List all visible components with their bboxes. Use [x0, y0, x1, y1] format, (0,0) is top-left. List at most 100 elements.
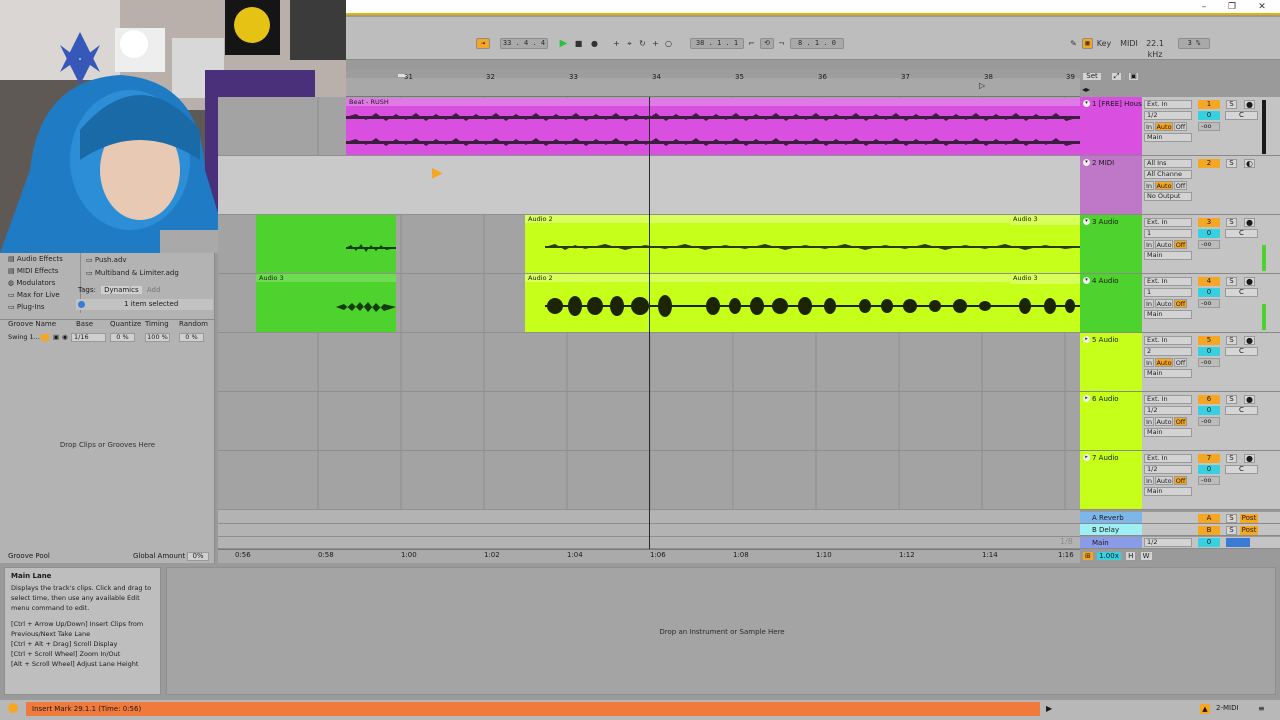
track-3-output[interactable]: Main — [1144, 251, 1192, 260]
track-5-output[interactable]: Main — [1144, 369, 1192, 378]
track-header-1[interactable]: 1 [FREE] Hous ▾ Ext. In 1/2 In Auto Off Ma… — [1080, 97, 1280, 156]
track-header-4[interactable]: 4 Audio ▾ Ext. In 1 In Auto Off Main 4 S ●… — [1080, 274, 1280, 333]
track-3-input-type[interactable]: Ext. In — [1144, 218, 1192, 227]
track-4-input-channel[interactable]: 1 — [1144, 288, 1192, 297]
status-menu-icon[interactable]: ≡ — [1258, 704, 1265, 713]
track-fold-icon[interactable]: ▸ — [1083, 454, 1090, 461]
file-multiband-limiter[interactable]: ▭ Multiband & Limiter.adg — [86, 267, 179, 279]
locator-prev-icon[interactable]: ◂▸ — [1082, 85, 1090, 94]
track-5-volume[interactable]: 0 — [1198, 347, 1220, 356]
track-4-activator[interactable]: 4 — [1198, 277, 1220, 286]
track-7-output[interactable]: Main — [1144, 487, 1192, 496]
track-6-output[interactable]: Main — [1144, 428, 1192, 437]
track-6-input-channel[interactable]: 1/2 — [1144, 406, 1192, 415]
track-7-solo[interactable]: S — [1226, 454, 1237, 463]
track-name-cell-6[interactable]: 6 Audio ▸ — [1080, 392, 1142, 450]
track-2-input-channel[interactable]: All Channe — [1144, 170, 1192, 179]
main-cue-knob[interactable] — [1226, 538, 1250, 547]
clip-audio-3-c[interactable]: Audio 3 — [256, 274, 396, 332]
track-5-monitor[interactable]: In Auto Off — [1144, 358, 1192, 367]
monitor-off[interactable]: Off — [1174, 181, 1187, 190]
overview-strip[interactable] — [346, 70, 1080, 78]
track-1-volume[interactable]: 0 — [1198, 111, 1220, 120]
tag-add[interactable]: Add — [147, 286, 161, 294]
track-2-output[interactable]: No Output — [1144, 192, 1192, 201]
main-volume[interactable]: 0 — [1198, 538, 1220, 547]
track-header-2[interactable]: 2 MIDI ▾ All Ins All Channe In Auto Off No… — [1080, 156, 1280, 215]
loop-start-display[interactable]: 38 . 1 . 1 — [690, 38, 744, 49]
keymap-icon[interactable]: ▦ — [1082, 38, 1093, 49]
expand-icon[interactable]: ⤢ — [1111, 72, 1122, 81]
track-7-activator[interactable]: 7 — [1198, 454, 1220, 463]
stop-icon[interactable]: ■ — [573, 38, 584, 49]
track-name-cell-3[interactable]: 3 Audio ▾ — [1080, 215, 1142, 273]
track-fold-icon[interactable]: ▾ — [1083, 218, 1090, 225]
fold-icon[interactable]: ▣ — [1128, 72, 1139, 81]
track-5-send-a[interactable]: -oo — [1198, 358, 1220, 367]
monitor-in[interactable]: In — [1144, 299, 1154, 308]
groove-hot-swap-icon[interactable] — [41, 334, 49, 341]
track-1-input-channel[interactable]: 1/2 — [1144, 111, 1192, 120]
track-6-arm-icon[interactable]: ● — [1244, 395, 1255, 404]
return-b-activator[interactable]: B — [1198, 526, 1220, 535]
track-name-cell-5[interactable]: 5 Audio ▸ — [1080, 333, 1142, 391]
groove-commit-icon[interactable]: ◉ — [62, 332, 68, 343]
monitor-auto[interactable]: Auto — [1155, 476, 1173, 485]
track-3-monitor[interactable]: In Auto Off — [1144, 240, 1192, 249]
punch-out-icon[interactable]: ¬ — [776, 38, 787, 49]
groove-timing[interactable]: 100 % — [145, 333, 170, 342]
category-midi-effects[interactable]: ▤ MIDI Effects — [8, 265, 58, 277]
position-display[interactable]: 33 . 4 . 4 — [500, 38, 548, 49]
groove-row[interactable]: Swing 1... ▣ ◉ 1/16 0 % 100 % 0 % — [0, 332, 215, 343]
track-6-volume[interactable]: 0 — [1198, 406, 1220, 415]
track-1-pan[interactable]: C — [1225, 111, 1258, 120]
track-1-monitor[interactable]: In Auto Off — [1144, 122, 1192, 131]
monitor-in[interactable]: In — [1144, 476, 1154, 485]
minimize-icon[interactable]: – — [1198, 1, 1210, 13]
track-4-volume[interactable]: 0 — [1198, 288, 1220, 297]
groove-base-select[interactable]: 1/16 — [71, 333, 106, 342]
status-play-icon[interactable]: ▶ — [1046, 704, 1052, 713]
track-2-monitor[interactable]: In Auto Off — [1144, 181, 1192, 190]
track-5-activator[interactable]: 5 — [1198, 336, 1220, 345]
track-3-pan[interactable]: C — [1225, 229, 1258, 238]
tag-chip[interactable]: Dynamics — [101, 286, 142, 294]
track-5-arm-icon[interactable]: ● — [1244, 336, 1255, 345]
track-1-arm-icon[interactable]: ● — [1244, 100, 1255, 109]
monitor-off[interactable]: Off — [1174, 358, 1187, 367]
draw-mode-icon[interactable]: ✎ — [1068, 38, 1079, 49]
monitor-auto[interactable]: Auto — [1155, 299, 1173, 308]
track-fold-icon[interactable]: ▸ — [1083, 395, 1090, 402]
track-2-activator[interactable]: 2 — [1198, 159, 1220, 168]
track-4-pan[interactable]: C — [1225, 288, 1258, 297]
track-4-output[interactable]: Main — [1144, 310, 1192, 319]
track-header-7[interactable]: 7 Audio ▸ Ext. In 1/2 In Auto Off Main 7 S… — [1080, 451, 1280, 510]
arrangement-view[interactable]: Beat - RUSH Audio 2 Audio 3 Audio 3 Audi… — [218, 97, 1080, 549]
track-3-volume[interactable]: 0 — [1198, 229, 1220, 238]
track-5-input-type[interactable]: Ext. In — [1144, 336, 1192, 345]
monitor-in[interactable]: In — [1144, 240, 1154, 249]
track-5-pan[interactable]: C — [1225, 347, 1258, 356]
track-6-pan[interactable]: C — [1225, 406, 1258, 415]
track-2-input-type[interactable]: All Ins — [1144, 159, 1192, 168]
track-header-3[interactable]: 3 Audio ▾ Ext. In 1 In Auto Off Main 3 S ●… — [1080, 215, 1280, 274]
groove-lock-icon[interactable]: ▣ — [53, 332, 59, 343]
track-4-arm-icon[interactable]: ● — [1244, 277, 1255, 286]
monitor-in[interactable]: In — [1144, 358, 1154, 367]
track-6-send-a[interactable]: -oo — [1198, 417, 1220, 426]
track-7-pan[interactable]: C — [1225, 465, 1258, 474]
track-name-cell-2[interactable]: 2 MIDI ▾ — [1080, 156, 1142, 214]
close-icon[interactable]: ✕ — [1256, 1, 1268, 13]
return-b-post[interactable]: Post — [1240, 526, 1258, 535]
track-header-6[interactable]: 6 Audio ▸ Ext. In 1/2 In Auto Off Main 6 S… — [1080, 392, 1280, 451]
loop-length-display[interactable]: 8 . 1 . 0 — [790, 38, 844, 49]
overdub-icon[interactable]: + — [611, 38, 622, 49]
track-3-activator[interactable]: 3 — [1198, 218, 1220, 227]
category-max-for-live[interactable]: ▭ Max for Live — [8, 289, 60, 301]
return-a-name-cell[interactable]: A Reverb — [1080, 512, 1142, 523]
zoom-level[interactable]: 1.00x — [1097, 552, 1121, 560]
track-1-solo[interactable]: S — [1226, 100, 1237, 109]
monitor-auto[interactable]: Auto — [1155, 122, 1173, 131]
return-b-solo[interactable]: S — [1226, 526, 1237, 535]
monitor-in[interactable]: In — [1144, 181, 1154, 190]
